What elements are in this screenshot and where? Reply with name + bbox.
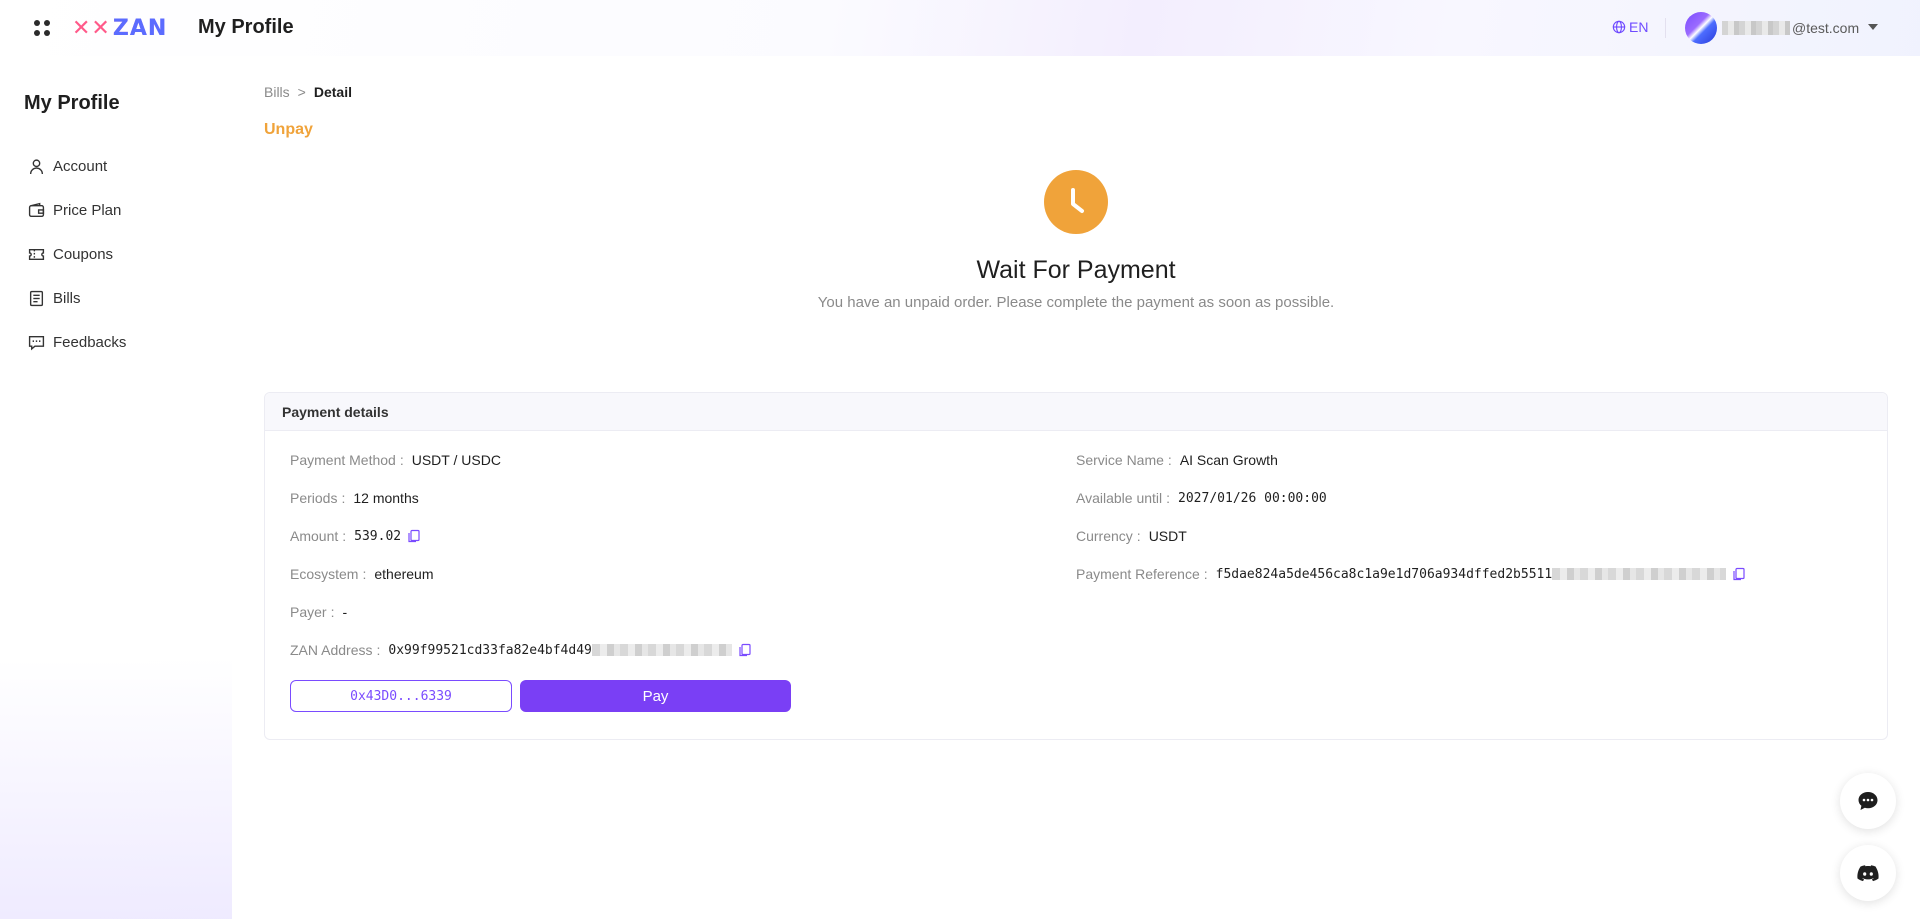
top-header: ✕✕ ZAN My Profile EN @test.com xyxy=(0,0,1920,56)
detail-colon: : xyxy=(330,604,335,620)
wallet-icon xyxy=(28,202,45,217)
detail-label: Payment Reference xyxy=(1076,566,1200,582)
detail-label: Ecosystem xyxy=(290,566,359,582)
detail-colon: : xyxy=(376,642,381,658)
detail-value: 2027/01/26 00:00:00 xyxy=(1178,490,1327,506)
detail-value: 12 months xyxy=(353,490,419,506)
logo-mark-icon: ✕✕ xyxy=(72,15,111,41)
detail-colon: : xyxy=(1136,528,1141,544)
detail-currency: Currency : USDT xyxy=(1076,528,1187,544)
chevron-down-icon[interactable] xyxy=(1868,24,1878,30)
sidebar-item-bills[interactable]: Bills xyxy=(28,276,218,320)
copy-icon[interactable] xyxy=(1732,567,1746,581)
detail-colon: : xyxy=(342,528,347,544)
breadcrumb-separator: > xyxy=(297,84,306,100)
avatar[interactable] xyxy=(1685,12,1717,44)
discord-button[interactable] xyxy=(1840,845,1896,901)
detail-amount: Amount : 539.02 xyxy=(290,528,421,544)
detail-value: 0x99f99521cd33fa82e4bf4d49 xyxy=(388,642,592,658)
email-suffix: @test.com xyxy=(1792,20,1860,36)
detail-label: Payment Method xyxy=(290,452,396,468)
detail-colon: : xyxy=(341,490,346,506)
detail-label: Service Name xyxy=(1076,452,1164,468)
detail-value: ethereum xyxy=(374,566,434,582)
sidebar-item-price-plan[interactable]: Price Plan xyxy=(28,188,218,232)
address-redacted xyxy=(591,644,732,656)
detail-value: - xyxy=(342,604,348,620)
detail-payment-reference: Payment Reference : f5dae824a5de456ca8c1… xyxy=(1076,566,1746,582)
breadcrumb-bills-link[interactable]: Bills xyxy=(264,84,290,100)
status-badge: Unpay xyxy=(264,121,313,138)
sidebar-title: My Profile xyxy=(24,92,120,114)
chat-button[interactable] xyxy=(1840,773,1896,829)
copy-icon[interactable] xyxy=(407,529,421,543)
ticket-icon xyxy=(28,248,45,260)
language-label: EN xyxy=(1629,19,1649,35)
detail-payment-method: Payment Method : USDT / USDC xyxy=(290,452,501,468)
wallet-address-button[interactable]: 0x43D0...6339 xyxy=(290,680,512,712)
breadcrumb-current: Detail xyxy=(313,84,352,100)
main-content: Bills > Detail Unpay Wait For Payment Yo… xyxy=(232,56,1920,919)
card-header: Payment details xyxy=(265,393,1887,431)
detail-colon: : xyxy=(1166,490,1171,506)
detail-value: f5dae824a5de456ca8c1a9e1d706a934dffed2b5… xyxy=(1215,566,1553,582)
detail-colon: : xyxy=(1203,566,1208,582)
detail-available-until: Available until : 2027/01/26 00:00:00 xyxy=(1076,490,1327,506)
message-icon xyxy=(28,335,45,350)
detail-label: Payer xyxy=(290,604,327,620)
copy-icon[interactable] xyxy=(738,643,752,657)
notice-title: Wait For Payment xyxy=(976,256,1176,284)
logo-text: ZAN xyxy=(112,15,168,41)
email-redacted xyxy=(1722,21,1790,35)
detail-colon: : xyxy=(1167,452,1172,468)
detail-label: Amount xyxy=(290,528,339,544)
detail-value: USDT / USDC xyxy=(411,452,501,468)
sidebar-item-label: Account xyxy=(53,157,108,175)
detail-value: USDT xyxy=(1148,528,1187,544)
sidebar-item-label: Price Plan xyxy=(53,201,122,219)
payment-details-card: Payment details Payment Method : USDT / … xyxy=(264,392,1888,740)
detail-label: Periods xyxy=(290,490,338,506)
detail-periods: Periods : 12 months xyxy=(290,490,419,506)
reference-redacted xyxy=(1552,568,1727,580)
breadcrumb: Bills > Detail xyxy=(264,84,352,100)
header-divider xyxy=(1665,18,1666,38)
detail-value: AI Scan Growth xyxy=(1179,452,1278,468)
detail-label: ZAN Address xyxy=(290,642,373,658)
sidebar-item-feedbacks[interactable]: Feedbacks xyxy=(28,320,218,364)
detail-label: Currency xyxy=(1076,528,1133,544)
sidebar-item-label: Feedbacks xyxy=(53,333,127,351)
document-icon xyxy=(29,290,44,306)
detail-service-name: Service Name : AI Scan Growth xyxy=(1076,452,1278,468)
sidebar: My Profile Account Price Plan Coupons Bi… xyxy=(0,56,232,919)
detail-ecosystem: Ecosystem : ethereum xyxy=(290,566,434,582)
apps-grid-icon[interactable] xyxy=(34,20,50,36)
detail-colon: : xyxy=(399,452,404,468)
detail-colon: : xyxy=(362,566,367,582)
detail-payer: Payer : - xyxy=(290,604,347,620)
user-icon xyxy=(29,158,44,174)
language-switcher[interactable]: EN xyxy=(1612,19,1648,35)
user-email[interactable]: @test.com xyxy=(1722,20,1859,36)
pay-button[interactable]: Pay xyxy=(520,680,791,712)
detail-value: 539.02 xyxy=(354,528,402,544)
detail-zan-address: ZAN Address : 0x99f99521cd33fa82e4bf4d49 xyxy=(290,642,752,658)
sidebar-item-account[interactable]: Account xyxy=(28,144,218,188)
clock-icon xyxy=(1044,170,1108,234)
sidebar-item-label: Bills xyxy=(53,289,81,307)
sidebar-item-coupons[interactable]: Coupons xyxy=(28,232,218,276)
zan-logo[interactable]: ✕✕ ZAN xyxy=(72,14,167,42)
notice-subtitle: You have an unpaid order. Please complet… xyxy=(817,294,1335,311)
detail-label: Available until xyxy=(1076,490,1163,506)
chat-bubble-icon xyxy=(1858,792,1878,810)
discord-icon xyxy=(1857,865,1879,882)
header-title: My Profile xyxy=(198,16,294,38)
sidebar-nav: Account Price Plan Coupons Bills Feedbac… xyxy=(28,144,218,364)
sidebar-item-label: Coupons xyxy=(53,245,114,263)
globe-icon xyxy=(1612,20,1626,34)
